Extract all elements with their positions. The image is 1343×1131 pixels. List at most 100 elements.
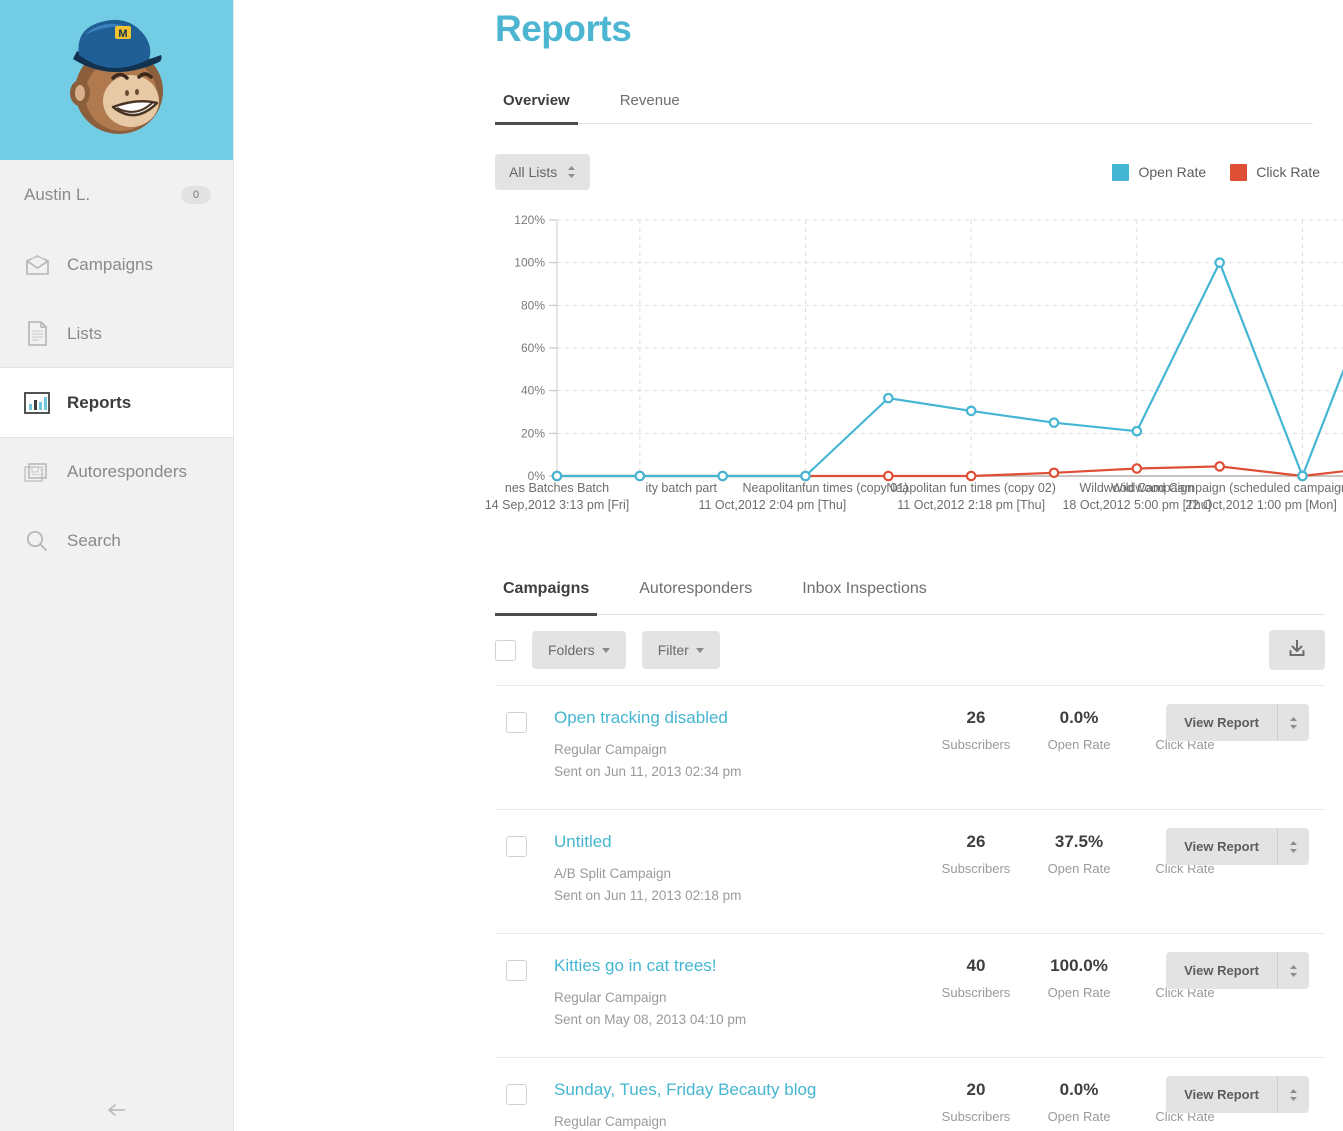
svg-text:120%: 120% bbox=[514, 213, 545, 227]
envelope-icon bbox=[24, 252, 50, 278]
campaign-title-link[interactable]: Open tracking disabled bbox=[554, 708, 926, 728]
table-row: Untitled A/B Split Campaign Sent on Jun 11… bbox=[495, 809, 1325, 933]
sidebar-user-row[interactable]: Austin L. 0 bbox=[0, 160, 233, 230]
chart-canvas: 0%20%40%60%80%100%120% bbox=[514, 213, 1343, 483]
view-report-button[interactable]: View Report bbox=[1166, 1076, 1277, 1113]
bar-chart-icon bbox=[24, 390, 50, 416]
filter-label: Filter bbox=[657, 642, 689, 658]
main-content: Reports Overview Revenue All Lists Open … bbox=[234, 0, 1343, 1131]
sidebar-item-label: Reports bbox=[67, 392, 132, 412]
stat-open-rate: 0.0% Open Rate bbox=[1047, 708, 1111, 752]
table-row: Kitties go in cat trees! Regular Campaign… bbox=[495, 933, 1325, 1057]
filter-button[interactable]: Filter bbox=[641, 631, 720, 669]
tab-overview[interactable]: Overview bbox=[495, 92, 578, 125]
row-actions: View Report bbox=[1166, 828, 1309, 865]
row-actions: View Report bbox=[1166, 704, 1309, 741]
tab-revenue[interactable]: Revenue bbox=[612, 92, 688, 123]
campaign-sent-date: Sent on Jun 11, 2013 02:18 pm bbox=[554, 888, 742, 903]
campaign-title-link[interactable]: Kitties go in cat trees! bbox=[554, 956, 926, 976]
sidebar-item-label: Autoresponders bbox=[67, 461, 188, 481]
svg-text:M: M bbox=[118, 28, 127, 40]
row-actions-stepper[interactable] bbox=[1277, 704, 1309, 741]
svg-text:60%: 60% bbox=[521, 341, 545, 355]
top-tabs: Overview Revenue bbox=[495, 92, 1313, 125]
svg-text:100%: 100% bbox=[514, 256, 545, 270]
bottom-tabs: Campaigns Autoresponders Inbox Inspectio… bbox=[495, 580, 1325, 616]
row-actions-stepper[interactable] bbox=[1277, 828, 1309, 865]
sidebar-item-label: Campaigns bbox=[67, 254, 153, 274]
legend-item-open-rate: Open Rate bbox=[1112, 163, 1206, 181]
legend-swatch-open-rate bbox=[1112, 163, 1130, 181]
row-checkbox[interactable] bbox=[506, 960, 527, 981]
magnifier-icon bbox=[24, 528, 50, 554]
stat-subscribers: 20 Subscribers bbox=[941, 1080, 1011, 1124]
sidebar-user-name: Austin L. bbox=[24, 185, 91, 204]
sidebar-item-campaigns[interactable]: Campaigns bbox=[0, 230, 233, 299]
campaign-title-link[interactable]: Untitled bbox=[554, 832, 926, 852]
stat-subscribers: 40 Subscribers bbox=[941, 956, 1011, 1000]
view-report-button[interactable]: View Report bbox=[1166, 952, 1277, 989]
folders-label: Folders bbox=[548, 642, 595, 658]
sidebar-item-label: Lists bbox=[67, 323, 102, 343]
tab-inbox-inspections[interactable]: Inbox Inspections bbox=[794, 580, 935, 614]
page-title: Reports bbox=[495, 8, 632, 49]
svg-text:80%: 80% bbox=[521, 298, 545, 312]
campaign-sent-date: Sent on May 08, 2013 04:10 pm bbox=[554, 1012, 747, 1027]
chart-x-axis-labels: nes Batches Batch 14 Sep,2012 3:13 pm [Fr… bbox=[485, 480, 1343, 522]
select-all-checkbox[interactable] bbox=[495, 639, 516, 661]
newspaper-icon bbox=[24, 459, 50, 485]
arrow-left-icon[interactable] bbox=[0, 1103, 234, 1117]
campaign-type: A/B Split Campaign bbox=[554, 866, 672, 881]
app-root: M Austin L. 0 Campaigns Lists Reports Au… bbox=[0, 0, 1343, 1131]
row-checkbox[interactable] bbox=[506, 836, 527, 857]
view-report-button[interactable]: View Report bbox=[1166, 704, 1277, 741]
row-main: Untitled A/B Split Campaign Sent on Jun 11… bbox=[554, 832, 926, 907]
logo-panel: M bbox=[0, 0, 233, 160]
chevron-down-icon bbox=[695, 647, 704, 653]
updown-stepper-icon bbox=[567, 165, 576, 179]
row-actions: View Report bbox=[1166, 952, 1309, 989]
stat-subscribers: 26 Subscribers bbox=[941, 832, 1011, 876]
table-toolbar: Folders Filter bbox=[495, 615, 1325, 685]
sidebar-item-search[interactable]: Search bbox=[0, 506, 233, 575]
tab-campaigns[interactable]: Campaigns bbox=[495, 580, 598, 616]
sidebar-item-lists[interactable]: Lists bbox=[0, 299, 233, 368]
document-icon bbox=[24, 321, 50, 347]
campaign-title-link[interactable]: Sunday, Tues, Friday Becauty blog bbox=[554, 1080, 926, 1100]
legend-label-click-rate: Click Rate bbox=[1256, 164, 1320, 180]
legend-item-click-rate: Click Rate bbox=[1230, 163, 1320, 181]
tab-autoresponders[interactable]: Autoresponders bbox=[631, 580, 760, 614]
all-lists-label: All Lists bbox=[509, 164, 558, 180]
campaign-type: Regular Campaign bbox=[554, 742, 667, 757]
campaigns-table: Open tracking disabled Regular Campaign Se… bbox=[495, 685, 1325, 1131]
sidebar-item-autoresponders[interactable]: Autoresponders bbox=[0, 437, 233, 506]
stat-open-rate: 100.0% Open Rate bbox=[1047, 956, 1111, 1000]
table-row: Sunday, Tues, Friday Becauty blog Regular… bbox=[495, 1057, 1325, 1131]
folders-button[interactable]: Folders bbox=[532, 631, 626, 669]
campaign-type: Regular Campaign bbox=[554, 1114, 667, 1129]
row-actions: View Report bbox=[1166, 1076, 1309, 1113]
overview-chart: 0% 20% 40% 60% 80% 100% 120% nes Batches Batch… bbox=[485, 212, 1343, 532]
row-actions-stepper[interactable] bbox=[1277, 1076, 1309, 1113]
sidebar-item-reports[interactable]: Reports bbox=[0, 368, 233, 437]
view-report-button[interactable]: View Report bbox=[1166, 828, 1277, 865]
row-checkbox[interactable] bbox=[506, 1084, 527, 1105]
chart-legend: Open Rate Click Rate bbox=[1112, 163, 1325, 181]
stat-open-rate: 37.5% Open Rate bbox=[1047, 832, 1111, 876]
row-main: Kitties go in cat trees! Regular Campaign… bbox=[554, 956, 926, 1031]
svg-text:20%: 20% bbox=[521, 426, 545, 440]
campaign-sent-date: Sent on Jun 11, 2013 02:34 pm bbox=[554, 764, 742, 779]
row-actions-stepper[interactable] bbox=[1277, 952, 1309, 989]
campaign-type: Regular Campaign bbox=[554, 990, 667, 1005]
sidebar: M Austin L. 0 Campaigns Lists Reports Au… bbox=[0, 0, 234, 1131]
chart-toolbar: All Lists Open Rate Click Rate bbox=[495, 154, 1325, 190]
row-checkbox[interactable] bbox=[506, 712, 527, 733]
row-main: Sunday, Tues, Friday Becauty blog Regular… bbox=[554, 1080, 926, 1131]
mailchimp-freddie-logo: M bbox=[55, 15, 179, 145]
export-button[interactable] bbox=[1269, 630, 1325, 670]
all-lists-select[interactable]: All Lists bbox=[495, 154, 591, 190]
legend-swatch-click-rate bbox=[1230, 163, 1248, 181]
download-icon bbox=[1287, 638, 1307, 663]
sidebar-item-label: Search bbox=[67, 530, 121, 550]
stat-open-rate: 0.0% Open Rate bbox=[1047, 1080, 1111, 1124]
